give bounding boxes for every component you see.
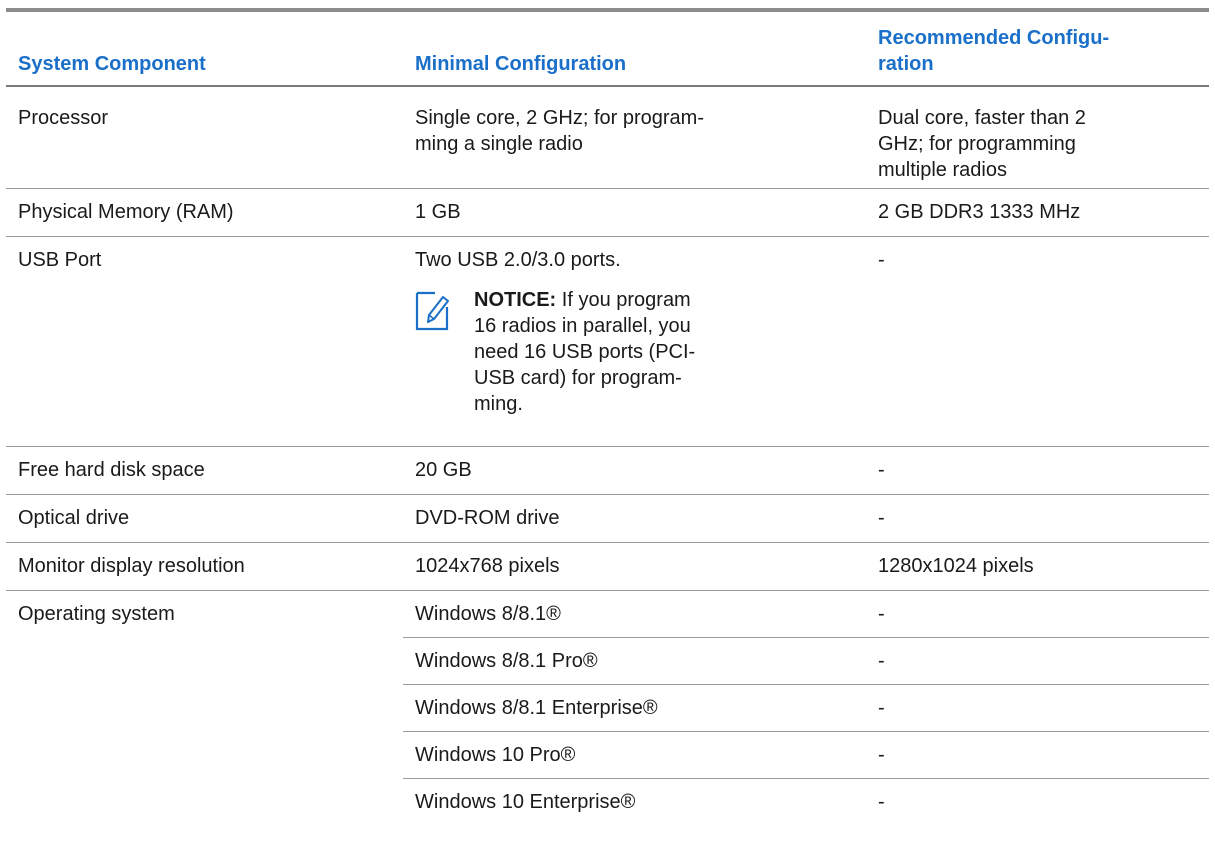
cell-minimal: Windows 10 Pro®	[415, 744, 576, 766]
cell-recommended: -	[878, 507, 885, 529]
system-requirements-table: System Component Minimal Configuration R…	[6, 8, 1209, 826]
cell-recommended: -	[878, 791, 885, 813]
cell-recommended: 2 GB DDR3 1333 MHz	[878, 201, 1081, 223]
cell-recommended: -	[878, 650, 885, 672]
cell-component: Optical drive	[18, 507, 130, 529]
os-version-row: Windows 10 Enterprise® -	[403, 779, 1209, 826]
table-row-ram: Physical Memory (RAM) 1 GB 2 GB DDR3 133…	[6, 189, 1209, 237]
table-row-hard-disk: Free hard disk space 20 GB -	[6, 447, 1209, 495]
os-version-row: Windows 10 Pro® -	[403, 732, 1209, 779]
cell-minimal: Windows 8/8.1 Pro®	[415, 650, 598, 672]
cell-recommended: -	[878, 459, 885, 481]
cell-component: Monitor display resolution	[18, 555, 245, 577]
table-row-processor: Processor Single core, 2 GHz; for progra…	[6, 87, 1209, 189]
cell-minimal: 1 GB	[415, 201, 461, 223]
cell-minimal: 20 GB	[415, 459, 472, 481]
cell-recommended: -	[878, 697, 885, 719]
os-versions-list: Windows 8/8.1® - Windows 8/8.1 Pro® - Wi…	[403, 591, 1209, 826]
header-recommended-configuration: Recommended Configu- ration	[878, 27, 1110, 75]
cell-minimal: Two USB 2.0/3.0 ports. NOTICE: If you pr…	[403, 247, 866, 446]
os-version-row: Windows 8/8.1® -	[403, 591, 1209, 638]
table-row-optical-drive: Optical drive DVD-ROM drive -	[6, 495, 1209, 543]
notice-box: NOTICE: If you program 16 radios in para…	[415, 287, 858, 417]
os-version-row: Windows 8/8.1 Enterprise® -	[403, 685, 1209, 732]
cell-minimal: Single core, 2 GHz; for program- ming a …	[415, 107, 704, 155]
header-minimal-configuration: Minimal Configuration	[415, 53, 627, 75]
cell-minimal: Windows 8/8.1 Enterprise®	[415, 697, 658, 719]
cell-component: Physical Memory (RAM)	[18, 201, 234, 223]
usb-minimal-text: Two USB 2.0/3.0 ports.	[415, 249, 621, 271]
cell-recommended: -	[878, 744, 885, 766]
table-row-usb-port: USB Port Two USB 2.0/3.0 ports. NOTICE: …	[6, 237, 1209, 447]
cell-minimal: DVD-ROM drive	[415, 507, 560, 529]
cell-recommended: -	[878, 603, 885, 625]
cell-minimal: 1024x768 pixels	[415, 555, 560, 577]
notice-text: NOTICE: If you program 16 radios in para…	[474, 287, 724, 417]
pencil-note-icon	[415, 291, 449, 331]
table-header-row: System Component Minimal Configuration R…	[6, 12, 1209, 87]
cell-component: Free hard disk space	[18, 459, 205, 481]
cell-minimal: Windows 8/8.1®	[415, 603, 561, 625]
table-row-display-resolution: Monitor display resolution 1024x768 pixe…	[6, 543, 1209, 591]
notice-label: NOTICE:	[474, 289, 557, 311]
cell-recommended: Dual core, faster than 2 GHz; for progra…	[878, 107, 1086, 181]
os-version-row: Windows 8/8.1 Pro® -	[403, 638, 1209, 685]
cell-recommended: -	[878, 249, 885, 271]
cell-component: Operating system	[18, 603, 175, 625]
cell-recommended: 1280x1024 pixels	[878, 555, 1034, 577]
cell-component: USB Port	[18, 249, 102, 271]
table-row-operating-system: Operating system Windows 8/8.1® - Window…	[6, 591, 1209, 826]
header-system-component: System Component	[18, 53, 206, 75]
cell-component: Processor	[18, 107, 109, 129]
cell-minimal: Windows 10 Enterprise®	[415, 791, 636, 813]
